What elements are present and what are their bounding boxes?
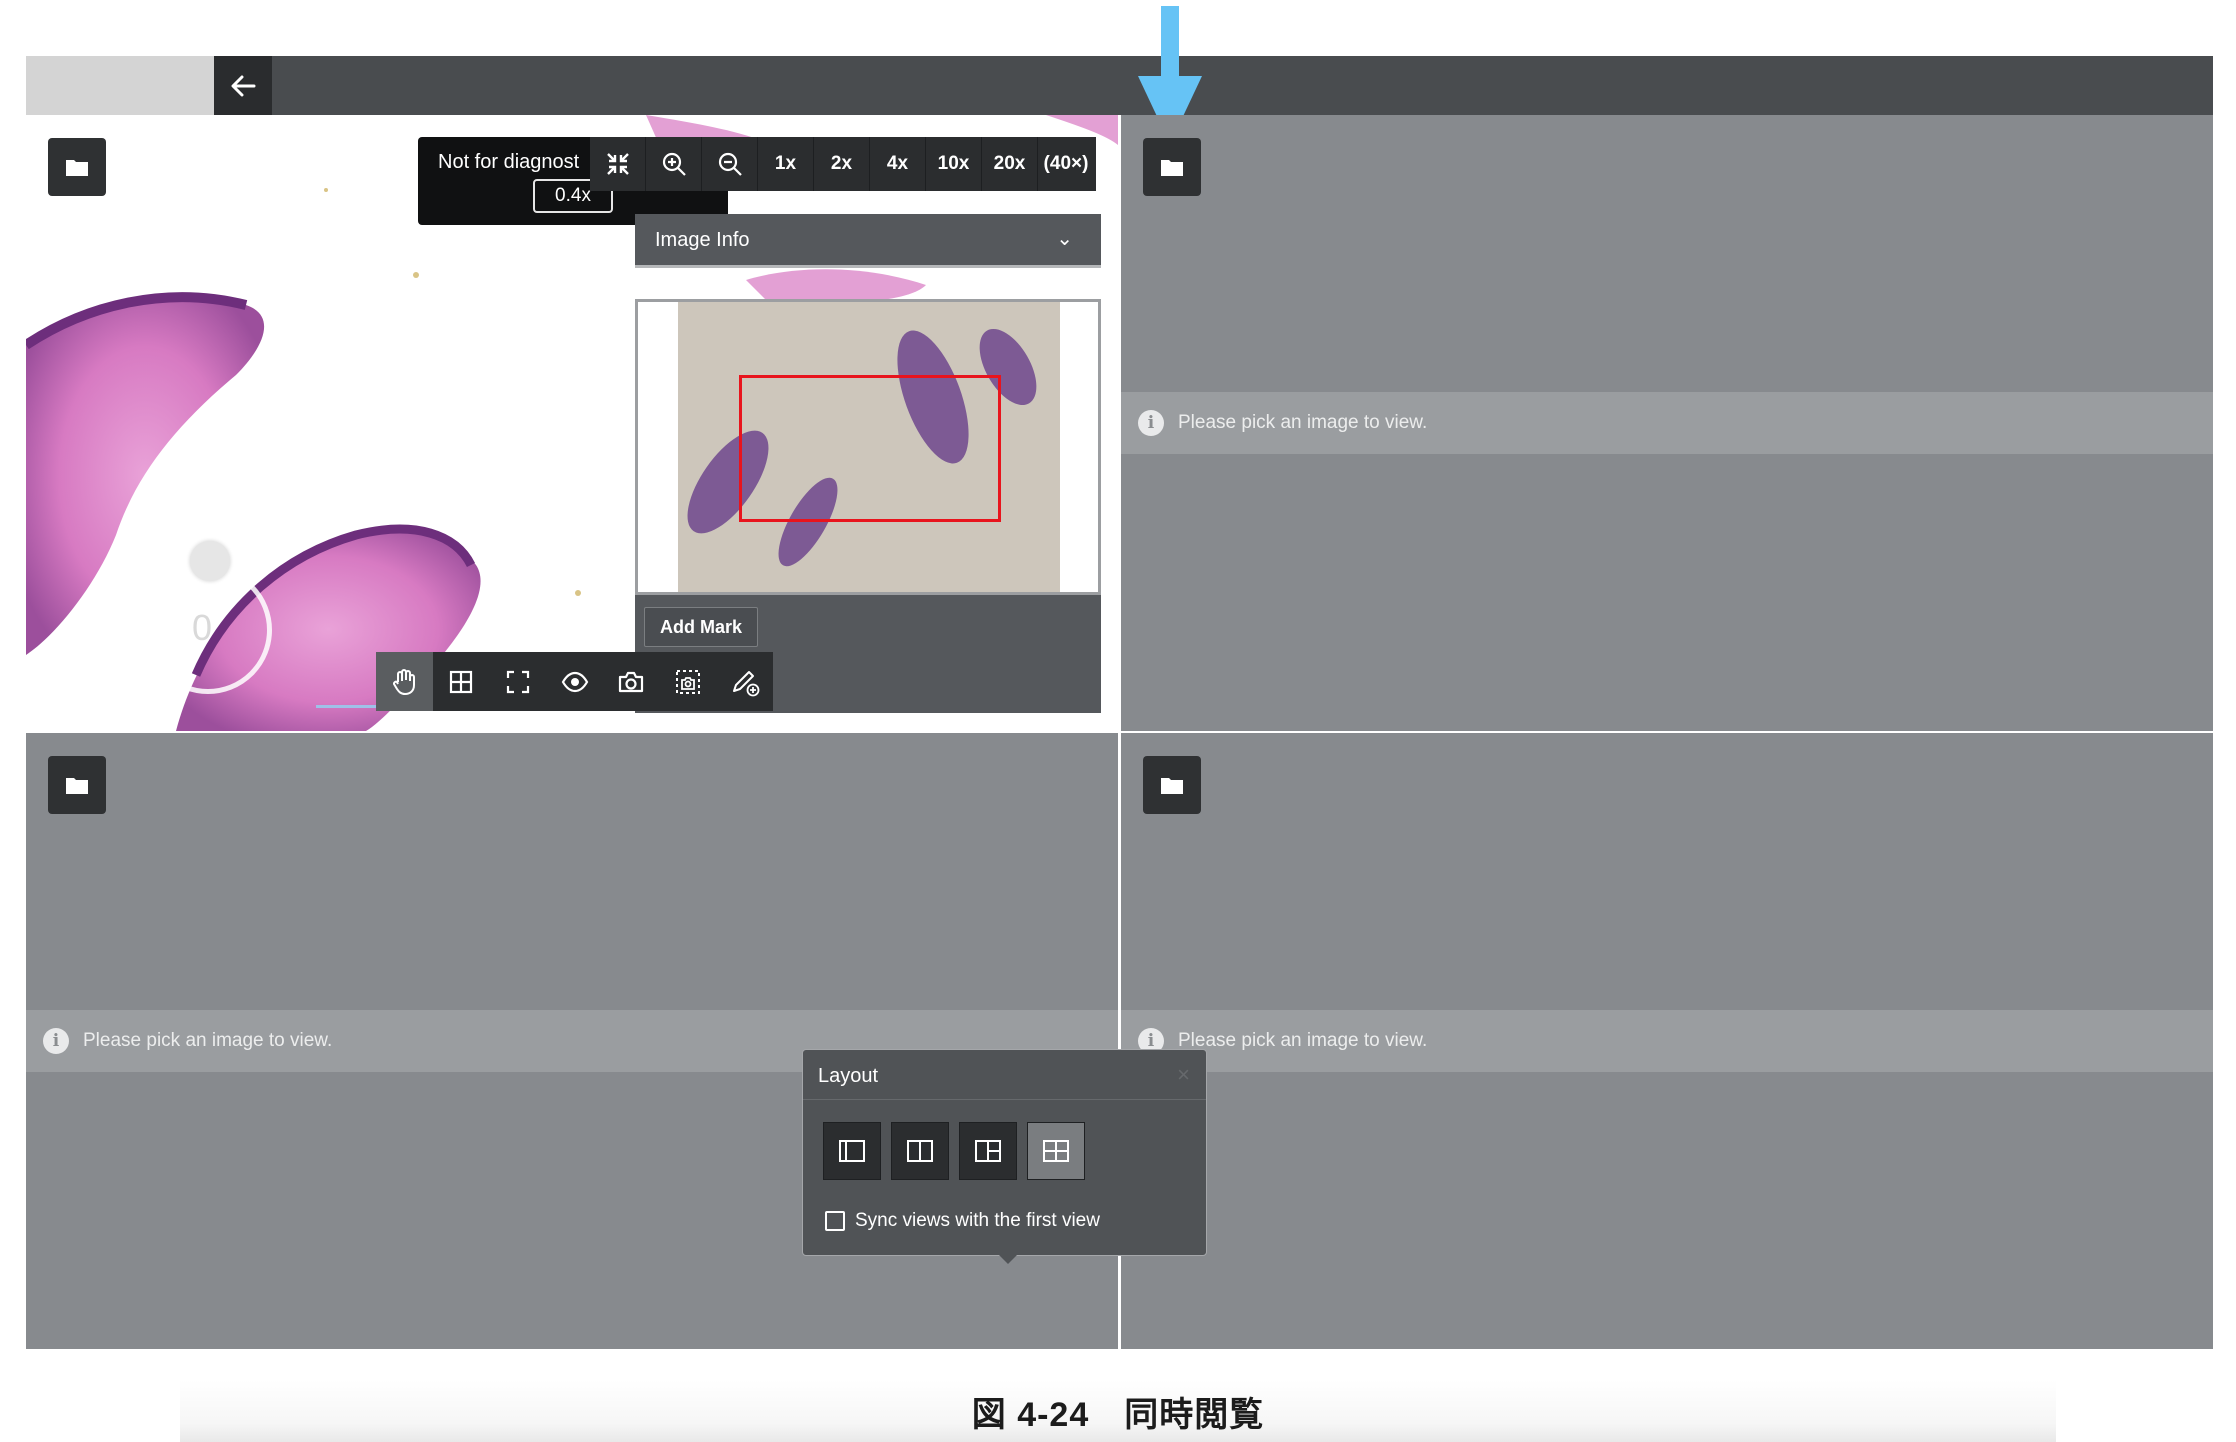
sync-views-option[interactable]: Sync views with the first view [825, 1210, 1100, 1232]
grid-tool-button[interactable] [433, 652, 490, 711]
top-bar [26, 56, 2213, 115]
screenshot-root: { "viewer": { "not_for_diagnosis": "Not … [0, 0, 2236, 1442]
hand-icon [393, 668, 416, 695]
top-bar-left-area [26, 56, 214, 115]
layout-grid-icon [1043, 1140, 1069, 1162]
pencil-plus-icon [732, 670, 760, 696]
viewer-panel-3[interactable]: i Please pick an image to view. [26, 733, 1118, 1349]
zoom-20x-button[interactable]: 20x [982, 137, 1038, 191]
region-snapshot-button[interactable] [660, 652, 717, 711]
pan-tool-button[interactable] [376, 652, 433, 711]
add-mark-button[interactable]: Add Mark [644, 607, 758, 647]
image-info-label: Image Info [655, 229, 750, 251]
layout-popup: Layout × Sync views with the first view [802, 1049, 1207, 1264]
image-info-dropdown[interactable]: Image Info ⌄ [635, 214, 1101, 268]
arrow-left-icon [231, 75, 256, 96]
viewer-panel-1[interactable]: Not for diagnost 0.4x 1x 2x 4x 10x 20x (… [26, 115, 1118, 731]
zoom-1x-button[interactable]: 1x [758, 137, 814, 191]
layout-two-column-icon [907, 1140, 933, 1162]
zoom-4x-button[interactable]: 4x [870, 137, 926, 191]
open-image-button[interactable] [48, 756, 106, 814]
region-camera-icon [675, 669, 700, 694]
layout-grid-button[interactable] [1027, 1122, 1085, 1180]
fullscreen-icon [506, 670, 529, 693]
info-circle-icon: i [43, 1028, 69, 1054]
shrink-arrows-icon [606, 153, 629, 175]
sync-views-label: Sync views with the first view [855, 1210, 1100, 1231]
fit-screen-button[interactable] [590, 137, 646, 191]
rotation-value: 0 [192, 607, 213, 648]
open-image-button[interactable] [1143, 756, 1201, 814]
fullscreen-button[interactable] [489, 652, 546, 711]
layout-two-column-button[interactable] [891, 1122, 949, 1180]
visibility-button[interactable] [546, 652, 603, 711]
empty-view-text: Please pick an image to view. [1178, 412, 1428, 433]
viewer-panel-2[interactable]: i Please pick an image to view. [1121, 115, 2213, 731]
viewer-tools-toolbar [376, 652, 773, 711]
popup-caret [999, 1255, 1017, 1264]
zoom-40x-button[interactable]: (40×) [1038, 137, 1094, 191]
layout-single-icon [839, 1140, 865, 1162]
viewport-region-marker[interactable] [739, 375, 1001, 522]
empty-view-text: Please pick an image to view. [1178, 1030, 1428, 1051]
folder-icon [66, 160, 88, 176]
camera-icon [619, 671, 644, 692]
grid-icon [449, 670, 473, 693]
zoom-out-icon [718, 152, 742, 176]
not-for-diagnosis-label: Not for diagnost [438, 151, 580, 173]
zoom-in-button[interactable] [646, 137, 702, 191]
zoom-10x-button[interactable]: 10x [926, 137, 982, 191]
empty-view-message: i Please pick an image to view. [1121, 1010, 2213, 1072]
sync-views-checkbox[interactable] [825, 1211, 845, 1231]
zoom-toolbar: 1x 2x 4x 10x 20x (40×) [590, 137, 1096, 191]
zoom-out-button[interactable] [702, 137, 758, 191]
layout-single-button[interactable] [823, 1122, 881, 1180]
folder-icon [1161, 160, 1183, 176]
open-image-button[interactable] [1143, 138, 1201, 196]
open-image-button[interactable] [48, 138, 106, 196]
back-button[interactable] [214, 56, 272, 115]
layout-three-pane-icon [975, 1140, 1001, 1162]
layout-popup-title: Layout [818, 1065, 879, 1087]
empty-view-message: i Please pick an image to view. [1121, 392, 2213, 454]
zoom-2x-button[interactable]: 2x [814, 137, 870, 191]
eye-icon [561, 671, 588, 692]
layout-three-pane-button[interactable] [959, 1122, 1017, 1180]
viewer-panel-4[interactable]: i Please pick an image to view. [1121, 733, 2213, 1349]
zoom-in-icon [662, 152, 686, 176]
info-circle-icon: i [1138, 410, 1164, 436]
rotation-handle[interactable] [190, 541, 230, 581]
layout-popup-header: Layout × [803, 1050, 1206, 1100]
annotate-tool-button[interactable] [716, 652, 773, 711]
figure-caption: 図 4-24 同時閲覧 [971, 1396, 1265, 1434]
empty-view-text: Please pick an image to view. [83, 1030, 333, 1051]
layout-options [823, 1122, 1085, 1180]
folder-icon [1161, 778, 1183, 794]
snapshot-button[interactable] [603, 652, 660, 711]
slide-overview-thumbnail[interactable] [635, 299, 1101, 595]
folder-icon [66, 778, 88, 794]
close-icon[interactable]: × [1177, 1062, 1190, 1088]
chevron-down-icon: ⌄ [1056, 228, 1073, 250]
